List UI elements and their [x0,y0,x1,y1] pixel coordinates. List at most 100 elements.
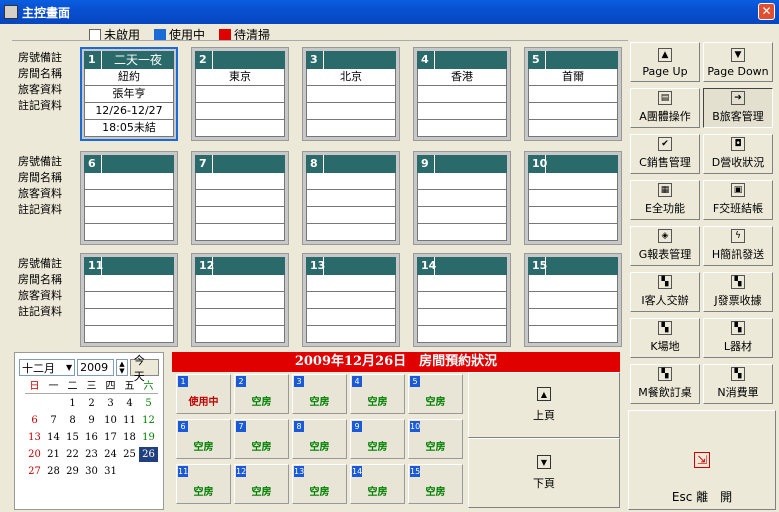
reservation-cell-1[interactable]: 1 使用中 [176,374,231,414]
calendar-day[interactable]: 31 [101,464,120,479]
reservation-cell-15[interactable]: 15 空房 [408,464,463,504]
room-card-10[interactable]: 10 [524,151,622,245]
function-button-3[interactable]: ➔ B旅客管理 [703,88,773,128]
calendar-day[interactable]: 7 [44,413,63,428]
calendar-day[interactable]: 18 [120,430,139,445]
function-button-7[interactable]: ▣ F交班結帳 [703,180,773,220]
function-button-11[interactable]: ▚ J發票收據 [703,272,773,312]
arrow-down-icon: ▼ [731,48,745,62]
calendar-day[interactable]: 8 [63,413,82,428]
calendar-day[interactable]: 3 [101,396,120,411]
room-info-line [528,190,618,207]
function-button-13[interactable]: ▚ L器材 [703,318,773,358]
room-number: 7 [195,155,213,173]
calendar-day[interactable]: 6 [25,413,44,428]
month-select[interactable]: 十二月 ▼ [19,359,76,376]
function-button-0[interactable]: ▲ Page Up [630,42,700,82]
reservation-cell-11[interactable]: 11 空房 [176,464,231,504]
room-note [546,155,618,173]
room-card-9[interactable]: 9 [413,151,511,245]
room-card-1[interactable]: 1 二天一夜 紐約 張年亨 12/26-12/27 18:05未結 [80,47,178,141]
room-header: 5 [528,51,618,69]
room-card-12[interactable]: 12 [191,253,289,347]
reservation-cell-7[interactable]: 7 空房 [234,419,289,459]
room-card-8[interactable]: 8 [302,151,400,245]
reservation-cell-13[interactable]: 13 空房 [292,464,347,504]
room-note [102,257,174,275]
calendar-day[interactable]: 11 [120,413,139,428]
calendar-day[interactable]: 2 [82,396,101,411]
calendar-day[interactable]: 4 [120,396,139,411]
arrow-down-icon: ▼ [537,455,551,469]
month-value: 十二月 [22,361,55,375]
calendar-day[interactable]: 9 [82,413,101,428]
function-button-4[interactable]: ✔ C銷售管理 [630,134,700,174]
function-button-15[interactable]: ▚ N消費單 [703,364,773,404]
room-info-line [306,86,396,103]
calendar-day[interactable]: 16 [82,430,101,445]
function-button-10[interactable]: ▚ I客人交辦 [630,272,700,312]
calendar-day[interactable]: 10 [101,413,120,428]
next-page-button[interactable]: ▼ 下頁 [468,438,620,508]
calendar-day[interactable]: 19 [139,430,158,445]
calendar-day[interactable]: 13 [25,430,44,445]
calendar-day[interactable]: 22 [63,447,82,462]
function-button-1[interactable]: ▼ Page Down [703,42,773,82]
calendar-day[interactable]: 30 [82,464,101,479]
room-card-13[interactable]: 13 [302,253,400,347]
room-info-line [84,275,174,292]
function-button-8[interactable]: ◈ G報表管理 [630,226,700,266]
room-card-6[interactable]: 6 [80,151,178,245]
row-label: 房間名稱 [18,171,62,184]
calendar-day[interactable]: 29 [63,464,82,479]
calendar-day[interactable]: 21 [44,447,63,462]
exit-button[interactable]: ⇲ Esc 離 開 [628,410,776,510]
calendar-day[interactable]: 15 [63,430,82,445]
year-spinner[interactable]: ▲ ▼ [116,359,128,376]
reservation-cell-8[interactable]: 8 空房 [292,419,347,459]
calendar-day[interactable]: 25 [120,447,139,462]
function-button-2[interactable]: ▤ A團體操作 [630,88,700,128]
room-card-2[interactable]: 2 東京 [191,47,289,141]
room-card-4[interactable]: 4 香港 [413,47,511,141]
room-card-14[interactable]: 14 [413,253,511,347]
function-button-12[interactable]: ▚ K場地 [630,318,700,358]
reservation-cell-3[interactable]: 3 空房 [292,374,347,414]
room-card-5[interactable]: 5 首爾 [524,47,622,141]
calendar-day[interactable]: 5 [139,396,158,411]
room-info-line [84,173,174,190]
reservation-cell-2[interactable]: 2 空房 [234,374,289,414]
calendar-day[interactable]: 14 [44,430,63,445]
reservation-cell-5[interactable]: 5 空房 [408,374,463,414]
close-button[interactable]: ✕ [758,3,775,20]
room-card-7[interactable]: 7 [191,151,289,245]
room-card-11[interactable]: 11 [80,253,178,347]
room-card-3[interactable]: 3 北京 [302,47,400,141]
reservation-cell-10[interactable]: 10 空房 [408,419,463,459]
reservation-cell-9[interactable]: 9 空房 [350,419,405,459]
calendar-day[interactable]: 26 [139,447,158,462]
room-info-line [195,224,285,241]
reservation-cell-14[interactable]: 14 空房 [350,464,405,504]
reservation-cell-4[interactable]: 4 空房 [350,374,405,414]
function-button-9[interactable]: ϟ H簡訊發送 [703,226,773,266]
calendar-day[interactable]: 1 [63,396,82,411]
function-button-6[interactable]: ▦ E全功能 [630,180,700,220]
today-button[interactable]: 今天 [129,354,159,383]
calendar-day[interactable]: 20 [25,447,44,462]
prev-page-button[interactable]: ▲ 上頁 [468,372,620,438]
function-button-14[interactable]: ▚ M餐飲訂桌 [630,364,700,404]
reservation-cell-6[interactable]: 6 空房 [176,419,231,459]
room-number: 13 [306,257,325,275]
calendar-day[interactable]: 12 [139,413,158,428]
calendar-day[interactable]: 23 [82,447,101,462]
function-button-5[interactable]: ◘ D營收狀況 [703,134,773,174]
calendar-day[interactable]: 28 [44,464,63,479]
calendar-day[interactable]: 24 [101,447,120,462]
calendar-day[interactable]: 17 [101,430,120,445]
calendar-day[interactable]: 27 [25,464,44,479]
reservation-cell-12[interactable]: 12 空房 [234,464,289,504]
room-card-15[interactable]: 15 [524,253,622,347]
arrow-up-icon: ▲ [537,387,551,401]
year-input[interactable]: 2009 [77,359,114,376]
